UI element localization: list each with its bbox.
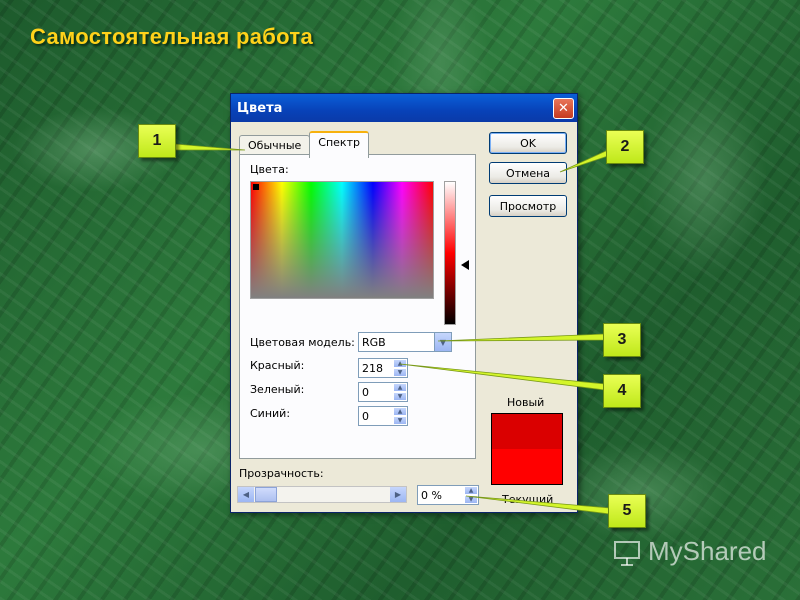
spin-down-icon[interactable]: ▼ bbox=[464, 495, 478, 504]
chevron-right-icon[interactable]: ▶ bbox=[390, 487, 406, 502]
spin-down-icon[interactable]: ▼ bbox=[393, 416, 407, 425]
watermark: MyShared bbox=[612, 536, 767, 567]
dialog-titlebar[interactable]: Цвета ✕ bbox=[231, 94, 577, 122]
blue-value: 0 bbox=[362, 409, 369, 423]
new-color-swatch bbox=[492, 414, 562, 449]
current-color-label: Текущий bbox=[502, 493, 554, 503]
close-button[interactable]: ✕ bbox=[553, 97, 574, 119]
red-spinner[interactable]: 218 ▲ ▼ bbox=[358, 358, 408, 378]
color-model-label: Цветовая модель: bbox=[250, 336, 355, 349]
spin-up-icon[interactable]: ▲ bbox=[393, 383, 407, 392]
red-label: Красный: bbox=[250, 359, 305, 372]
transparency-value: 0 % bbox=[421, 488, 442, 502]
spectrum-picker[interactable] bbox=[250, 181, 434, 299]
slider-arrow-icon[interactable] bbox=[461, 260, 469, 270]
green-value: 0 bbox=[362, 385, 369, 399]
chevron-down-icon[interactable]: ▼ bbox=[434, 333, 451, 351]
transparency-spinner[interactable]: 0 % ▲ ▼ bbox=[417, 485, 479, 505]
callout-1: 1 bbox=[138, 124, 176, 158]
callout-5: 5 bbox=[608, 494, 646, 528]
dialog-title: Цвета bbox=[237, 100, 283, 116]
color-model-select[interactable]: RGB ▼ bbox=[358, 332, 452, 352]
blue-label: Синий: bbox=[250, 407, 291, 420]
slider-thumb[interactable] bbox=[255, 487, 277, 502]
colors-dialog: Цвета ✕ Обычные Спектр Цвета: Цветовая м… bbox=[230, 93, 578, 513]
current-color-swatch bbox=[492, 449, 562, 484]
preview-button[interactable]: Просмотр bbox=[489, 195, 567, 217]
colors-label: Цвета: bbox=[250, 163, 289, 176]
ok-button[interactable]: OK bbox=[489, 132, 567, 154]
spin-up-icon[interactable]: ▲ bbox=[393, 359, 407, 368]
spectrum-panel: Цвета: Цветовая модель: RGB ▼ Красный: 2… bbox=[239, 154, 476, 459]
watermark-text: MyShared bbox=[648, 536, 767, 566]
green-label: Зеленый: bbox=[250, 383, 305, 396]
new-color-label: Новый bbox=[507, 396, 545, 409]
callout-4: 4 bbox=[603, 374, 641, 408]
blue-spinner[interactable]: 0 ▲ ▼ bbox=[358, 406, 408, 426]
transparency-label: Прозрачность: bbox=[239, 467, 324, 480]
callout-2: 2 bbox=[606, 130, 644, 164]
chevron-left-icon[interactable]: ◀ bbox=[238, 487, 254, 502]
spin-up-icon[interactable]: ▲ bbox=[393, 407, 407, 416]
tab-spectrum[interactable]: Спектр bbox=[309, 131, 369, 158]
green-spinner[interactable]: 0 ▲ ▼ bbox=[358, 382, 408, 402]
cancel-button[interactable]: Отмена bbox=[489, 162, 567, 184]
color-model-value: RGB bbox=[362, 335, 386, 349]
spin-down-icon[interactable]: ▼ bbox=[393, 392, 407, 401]
red-value: 218 bbox=[362, 361, 383, 375]
slide-title: Самостоятельная работа bbox=[30, 24, 313, 49]
spin-up-icon[interactable]: ▲ bbox=[464, 486, 478, 495]
luminance-slider[interactable] bbox=[444, 181, 456, 325]
transparency-slider[interactable]: ◀ ▶ bbox=[237, 486, 407, 503]
presentation-icon bbox=[614, 540, 640, 566]
crosshair-icon bbox=[253, 184, 259, 190]
color-preview-swatch bbox=[491, 413, 563, 485]
spin-down-icon[interactable]: ▼ bbox=[393, 368, 407, 377]
callout-3: 3 bbox=[603, 323, 641, 357]
close-icon: ✕ bbox=[558, 100, 569, 116]
